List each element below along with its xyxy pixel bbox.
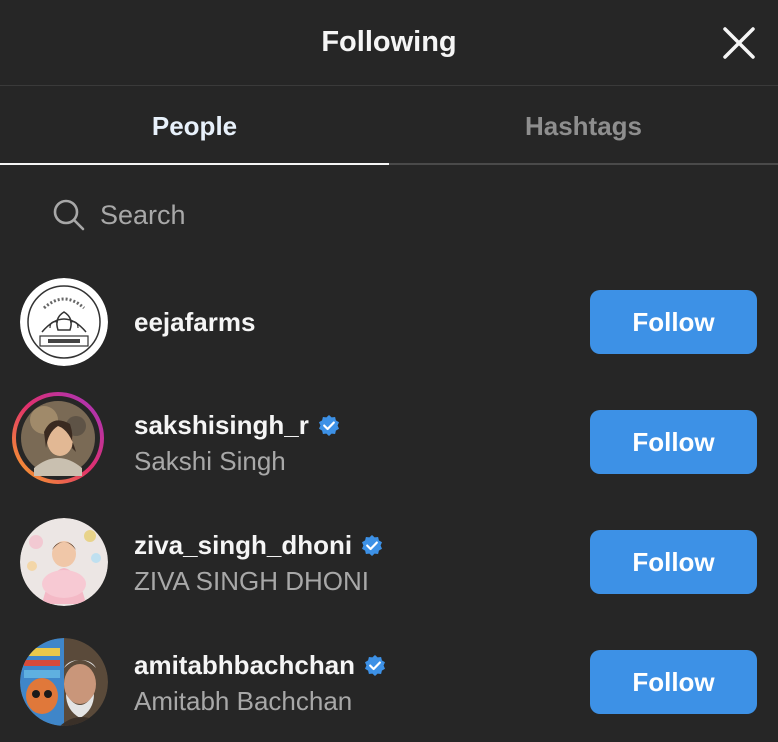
- modal-header: Following: [0, 0, 778, 86]
- eeja-farms-logo: [20, 278, 108, 366]
- close-button[interactable]: [718, 22, 760, 64]
- story-ring: [12, 392, 104, 484]
- username-text: amitabhbachchan: [134, 650, 356, 680]
- username[interactable]: amitabhbachchan: [134, 650, 387, 681]
- list-item: ziva_singh_dhoni ZIVA SINGH DHONI Follow: [0, 502, 778, 622]
- tab-hashtags-label: Hashtags: [524, 111, 643, 141]
- full-name: Sakshi Singh: [134, 446, 286, 476]
- tab-people-label: People: [151, 111, 238, 141]
- tab-hashtags[interactable]: Hashtags: [389, 86, 778, 165]
- list-item: sakshisingh_r Sakshi Singh Follow: [0, 382, 778, 502]
- active-tab-indicator: [0, 163, 389, 165]
- avatar[interactable]: [12, 392, 104, 484]
- follow-button[interactable]: Follow: [590, 530, 757, 594]
- follow-button[interactable]: Follow: [590, 290, 757, 354]
- list-item: amitabhbachchan Amitabh Bachchan Follow: [0, 622, 778, 742]
- avatar[interactable]: [20, 278, 108, 366]
- username-text: sakshisingh_r: [134, 410, 309, 440]
- username[interactable]: sakshisingh_r: [134, 410, 341, 441]
- search-icon: [53, 199, 85, 231]
- verified-badge-icon: [365, 654, 386, 676]
- search-input[interactable]: [100, 196, 700, 234]
- modal-title: Following: [321, 26, 457, 58]
- tab-bar: People Hashtags: [0, 86, 778, 165]
- close-icon: [723, 27, 755, 59]
- avatar[interactable]: [20, 638, 108, 726]
- username[interactable]: ziva_singh_dhoni: [134, 530, 384, 561]
- username-text: ziva_singh_dhoni: [134, 530, 353, 560]
- tab-people[interactable]: People: [0, 86, 389, 165]
- username[interactable]: eejafarms: [134, 307, 255, 338]
- verified-badge-icon: [362, 534, 383, 556]
- verified-badge-icon: [318, 414, 339, 436]
- username-text: eejafarms: [134, 307, 256, 337]
- avatar-photo: [20, 638, 108, 726]
- tab-divider: [389, 163, 778, 165]
- list-item: eejafarms Follow: [0, 262, 778, 382]
- full-name: ZIVA SINGH DHONI: [134, 566, 369, 596]
- follow-button[interactable]: Follow: [590, 410, 757, 474]
- search-bar: [52, 196, 742, 236]
- avatar[interactable]: [20, 518, 108, 606]
- follow-button[interactable]: Follow: [590, 650, 757, 714]
- avatar-photo: [20, 518, 108, 606]
- full-name: Amitabh Bachchan: [134, 686, 353, 716]
